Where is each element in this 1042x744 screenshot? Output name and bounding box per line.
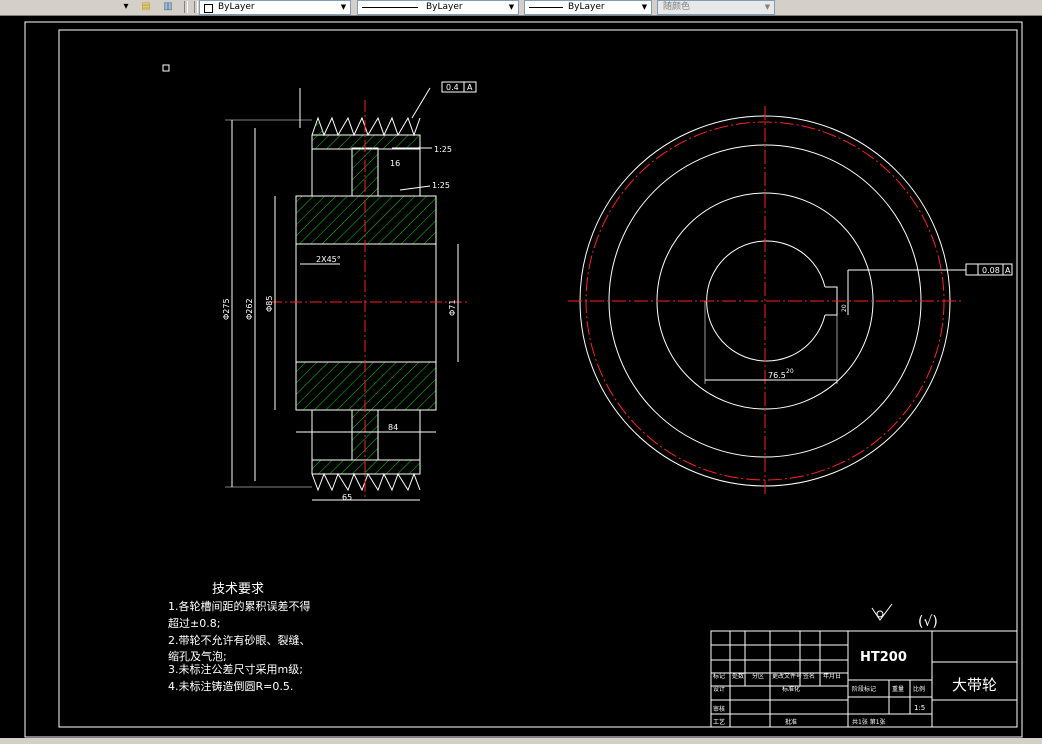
color-control[interactable]: ByLayer ▼ [199, 0, 351, 15]
tb-weight: 重量 [892, 685, 904, 693]
dim-bore-tol: 20 [786, 368, 794, 375]
chevron-down-icon[interactable]: ▼ [640, 1, 649, 14]
dim-16: 16 [390, 159, 400, 168]
linetype-value: ByLayer [426, 2, 463, 12]
tb-approve: 批准 [785, 718, 797, 726]
grooves-top [311, 116, 421, 137]
material-label: HT200 [860, 650, 907, 665]
dim-chamfer: 2X45° [316, 255, 341, 264]
linetype-sample [362, 7, 418, 8]
dim-d-web: Φ85 [265, 296, 274, 312]
plotstyle-value: 随颜色 [663, 2, 691, 12]
dropdown-arrow-icon[interactable]: ▾ [118, 0, 134, 13]
tb-standardize: 标准化 [782, 685, 800, 693]
linetype-control[interactable]: ByLayer ▼ [357, 0, 519, 15]
runout-datum: A [467, 83, 473, 92]
part-name: 大带轮 [952, 676, 997, 694]
layer-previous-icon[interactable]: ▥ [160, 0, 176, 13]
tech-note: 2.带轮不允许有砂眼、裂缝、 [168, 633, 311, 647]
symmetry-value: 0.08 [982, 266, 1000, 275]
dim-bore-width: 76.5 [768, 371, 786, 380]
chevron-down-icon[interactable]: ▼ [763, 1, 772, 14]
roughness-symbols [871, 603, 893, 621]
dim-d-hub: Φ71 [448, 300, 457, 316]
status-strip [0, 738, 1042, 744]
dim-keyway: 20 [841, 304, 848, 312]
toolbar-separator [184, 1, 188, 13]
layer-state-icon[interactable]: ▤ [138, 0, 154, 13]
groove-hatch [312, 118, 324, 135]
runout-value: 0.4 [446, 83, 459, 92]
lineweight-value: ByLayer [568, 2, 605, 12]
lineweight-control[interactable]: ByLayer ▼ [524, 0, 652, 15]
tb-sign: 签名 [803, 672, 815, 680]
tb-docno: 更改文件号 [772, 672, 802, 680]
properties-toolbar: ▾ ▤ ▥ ByLayer ▼ ByLayer ▼ ByLayer ▼ 随颜色 … [0, 0, 1042, 16]
dim-d-inner: Φ262 [245, 298, 254, 320]
tech-title: 技术要求 [212, 582, 264, 597]
lineweight-sample [529, 7, 563, 8]
front-view [568, 106, 1013, 496]
chevron-down-icon[interactable]: ▼ [339, 1, 348, 14]
hub-top-hatch [295, 195, 437, 245]
symmetry-datum: A [1005, 266, 1011, 275]
plotstyle-control[interactable]: 随颜色 ▼ [657, 0, 775, 15]
tb-ratio: 比例 [913, 685, 925, 693]
dim-top-width: 65 [342, 493, 352, 502]
tb-stage: 阶段标记 [852, 685, 876, 693]
rim-bottom [311, 459, 421, 475]
tech-note: 4.未标注铸造倒圆R=0.5. [168, 679, 293, 693]
tb-count: 处数 [732, 672, 744, 680]
color-swatch [204, 4, 213, 13]
dim-d-outer: Φ275 [222, 298, 231, 320]
tech-requirements: 技术要求 1.各轮槽间距的累积误差不得 超过±0.8; 2.带轮不允许有砂眼、裂… [168, 582, 311, 693]
hub-bottom-hatch [295, 361, 437, 411]
toolbar-separator [194, 1, 198, 13]
tb-sheets: 共1张 第1张 [852, 718, 886, 726]
tb-designer: 设计 [713, 685, 725, 693]
chevron-down-icon[interactable]: ▼ [507, 1, 516, 14]
ucs-marker [162, 64, 170, 72]
scale-value: 1:5 [914, 704, 925, 712]
color-value: ByLayer [218, 2, 255, 12]
roughness-note: (√) [918, 614, 938, 630]
grooves-bottom [311, 472, 421, 492]
rim-top [311, 134, 421, 150]
tech-note: 超过±0.8; [168, 616, 220, 630]
tech-note: 缩孔及气泡; [168, 649, 227, 663]
tb-check: 审核 [713, 705, 725, 713]
tech-note: 1.各轮槽间距的累积误差不得 [168, 599, 311, 613]
dim-taper-1: 1:25 [434, 145, 452, 154]
dim-hub-width: 84 [388, 423, 398, 432]
tb-mark: 标记 [713, 672, 725, 680]
tb-zone: 分区 [752, 672, 764, 680]
tb-process: 工艺 [713, 718, 725, 726]
drawing-canvas[interactable]: 65 84 16 1:25 1:25 2X45° 0.4 A Φ275 Φ262… [0, 16, 1042, 738]
dim-taper-2: 1:25 [432, 181, 450, 190]
tech-note: 3.未标注公差尺寸采用m级; [168, 662, 303, 676]
tb-date: 年月日 [823, 672, 841, 680]
